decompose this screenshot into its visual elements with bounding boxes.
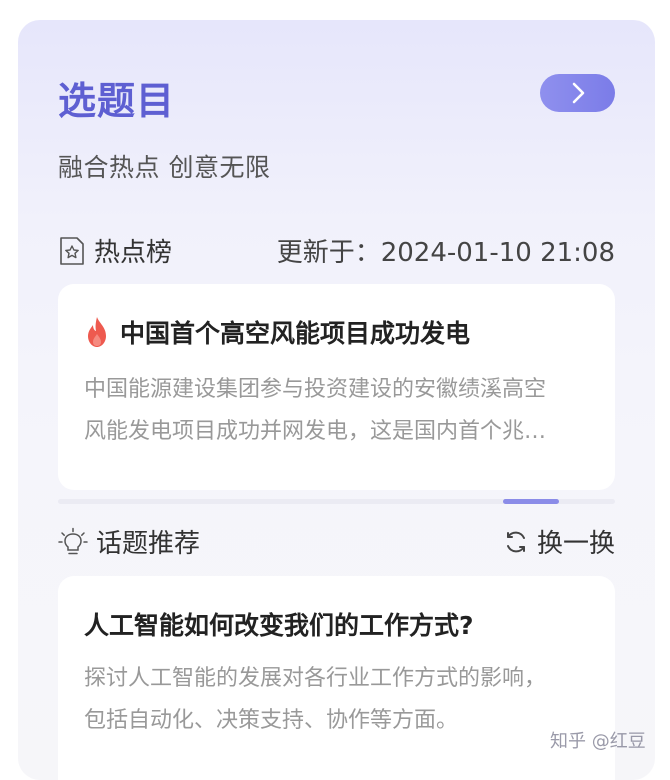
star-document-icon xyxy=(60,236,84,265)
topic-recommend-label: 话题推荐 xyxy=(96,529,201,559)
refresh-icon xyxy=(506,531,525,552)
watermark: 知乎 @红豆 xyxy=(550,731,646,752)
refresh-button[interactable]: 换一换 xyxy=(503,523,615,560)
updated-time: 更新于：2024-01-10 21:08 xyxy=(276,238,615,268)
topic-item-card[interactable]: 人工智能如何改变我们的工作方式? 探讨人工智能的发展对各行业工作方式的影响， 包… xyxy=(58,576,615,780)
hot-list-header: 热点榜 更新于：2024-01-10 21:08 xyxy=(58,232,615,269)
hot-item-desc-line1: 中国能源建设集团参与投资建设的安徽绩溪高空 xyxy=(84,377,547,402)
carousel-progress xyxy=(58,499,615,504)
go-button[interactable] xyxy=(540,74,615,112)
chevron-right-icon xyxy=(572,82,584,104)
refresh-label: 换一换 xyxy=(536,529,615,559)
topic-item-desc-line1: 探讨人工智能的发展对各行业工作方式的影响， xyxy=(84,666,547,691)
hot-item-description: 中国能源建设集团参与投资建设的安徽绩溪高空 风能发电项目成功并网发电，这是国内首… xyxy=(84,369,594,453)
hot-item-title: 中国首个高空风能项目成功发电 xyxy=(120,319,471,348)
flame-icon xyxy=(88,317,106,347)
topic-recommend-header: 话题推荐 换一换 xyxy=(58,523,615,560)
topic-item-description: 探讨人工智能的发展对各行业工作方式的影响， 包括自动化、决策支持、协作等方面。 xyxy=(84,658,594,742)
page-subtitle: 融合热点 创意无限 xyxy=(58,153,271,182)
hot-list-label: 热点榜 xyxy=(94,238,173,268)
topic-item-desc-line2: 包括自动化、决策支持、协作等方面。 xyxy=(84,708,459,733)
hot-item-desc-line2: 风能发电项目成功并网发电，这是国内首个兆… xyxy=(84,419,547,444)
topic-selection-card: 选题目 融合热点 创意无限 热点榜 更新于：2024-01-10 21:08 中… xyxy=(18,20,655,780)
topic-item-title: 人工智能如何改变我们的工作方式? xyxy=(84,611,474,640)
carousel-progress-fill xyxy=(503,499,559,504)
hot-item-card[interactable]: 中国首个高空风能项目成功发电 中国能源建设集团参与投资建设的安徽绩溪高空 风能发… xyxy=(58,284,615,490)
lightbulb-icon xyxy=(58,527,88,554)
page-title: 选题目 xyxy=(58,79,176,123)
